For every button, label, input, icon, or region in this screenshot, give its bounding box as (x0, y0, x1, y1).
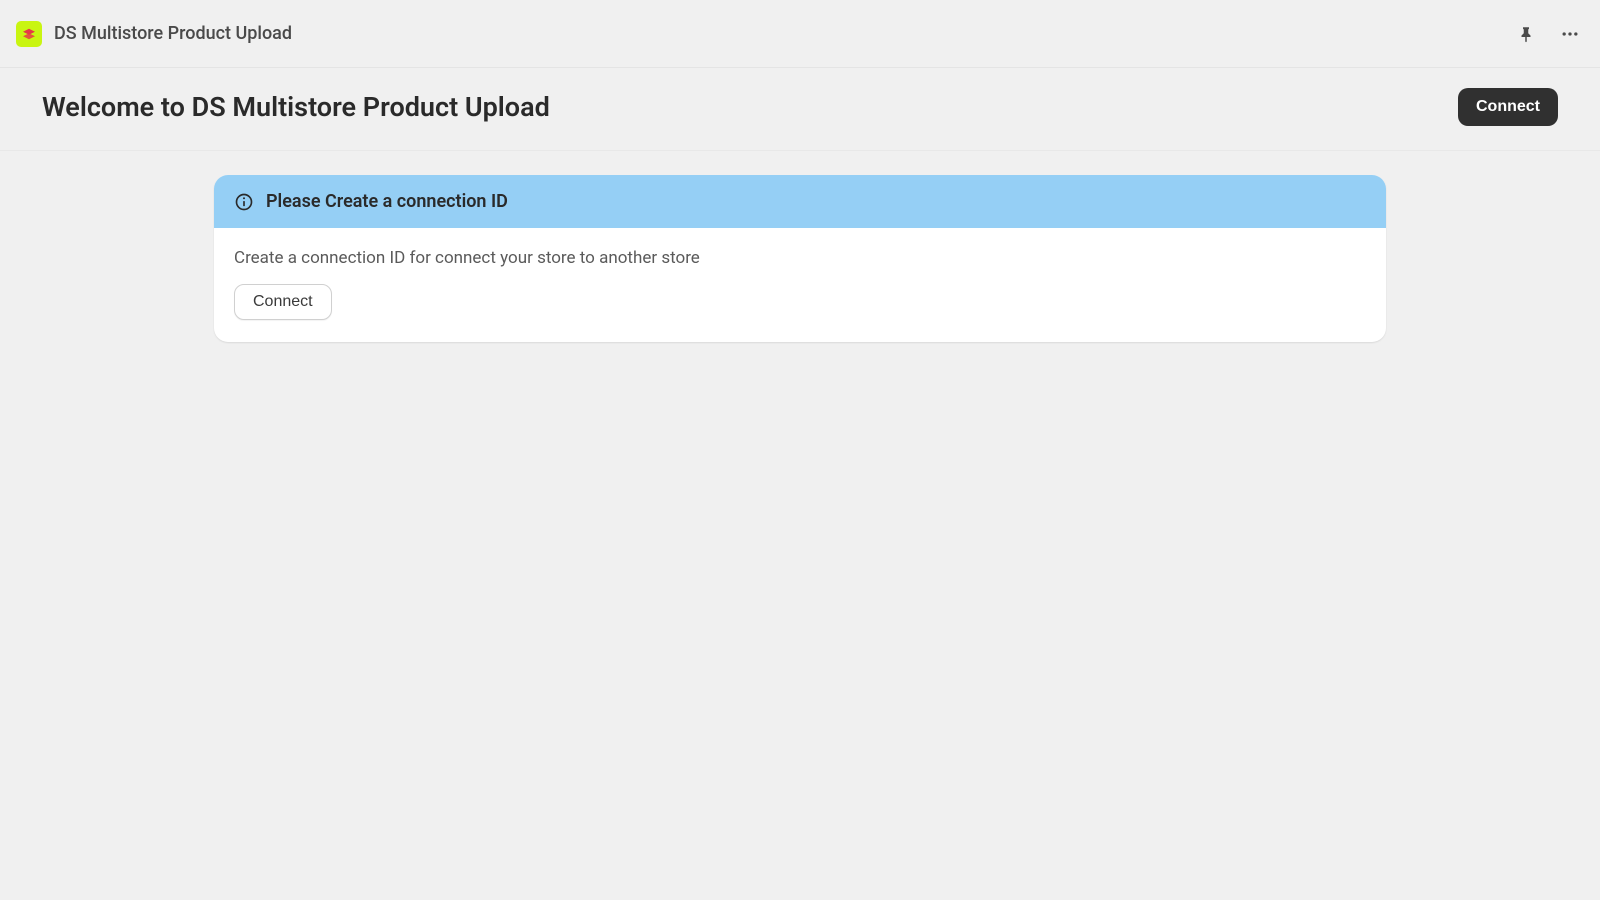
banner-description: Create a connection ID for connect your … (234, 248, 1366, 268)
more-icon[interactable] (1556, 20, 1584, 48)
banner-body: Create a connection ID for connect your … (214, 228, 1386, 342)
app-logo-icon (16, 21, 42, 47)
connect-button-card[interactable]: Connect (234, 284, 332, 320)
top-bar-right (1512, 20, 1584, 48)
page-title: Welcome to DS Multistore Product Upload (42, 91, 550, 123)
app-name: DS Multistore Product Upload (54, 23, 292, 44)
top-bar: DS Multistore Product Upload (0, 0, 1600, 68)
content-area: Please Create a connection ID Create a c… (0, 151, 1600, 366)
connect-button-header[interactable]: Connect (1458, 88, 1558, 126)
banner-title: Please Create a connection ID (266, 191, 508, 212)
page-header: Welcome to DS Multistore Product Upload … (0, 68, 1600, 151)
info-icon (234, 192, 254, 212)
banner-header: Please Create a connection ID (214, 175, 1386, 228)
top-bar-left: DS Multistore Product Upload (16, 21, 292, 47)
connection-card: Please Create a connection ID Create a c… (214, 175, 1386, 342)
pin-icon[interactable] (1512, 20, 1540, 48)
